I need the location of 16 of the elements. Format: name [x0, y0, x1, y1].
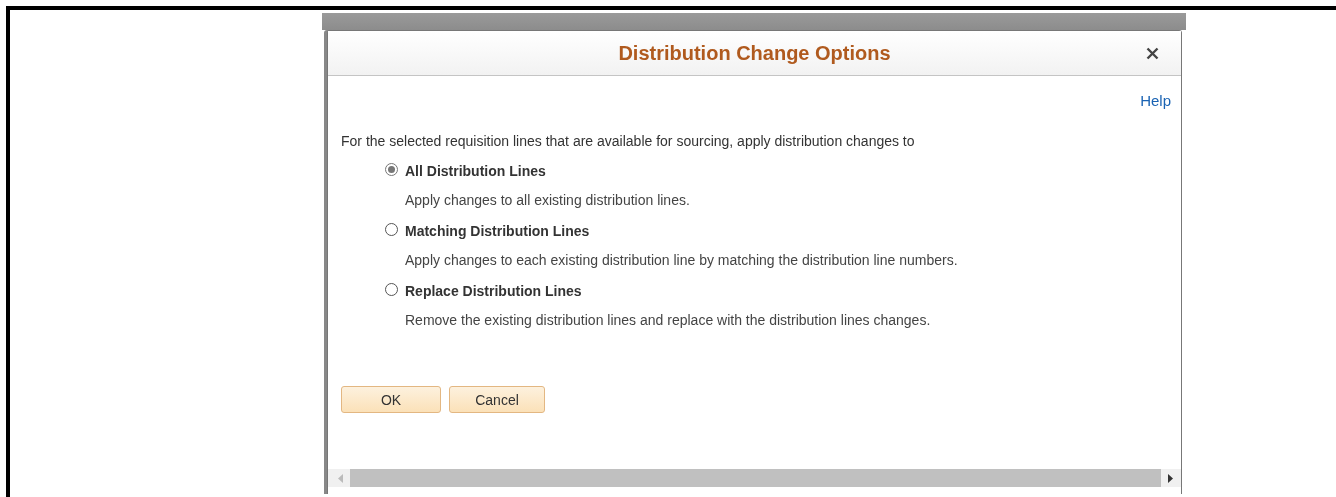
help-link[interactable]: Help — [1140, 92, 1171, 109]
instruction-text: For the selected requisition lines that are available for sourcing, apply distribution changes to — [341, 133, 916, 149]
radio-button[interactable] — [385, 222, 398, 236]
ok-button[interactable]: OK — [341, 386, 441, 413]
option-description: Apply changes to all existing distribution lines. — [405, 192, 691, 208]
close-icon[interactable] — [1146, 47, 1159, 60]
option-description: Apply changes to each existing distribution line by matching the distribution line numbers. — [405, 252, 959, 268]
option-label[interactable]: Replace Distribution Lines — [405, 283, 582, 299]
dialog-title: Distribution Change Options — [618, 41, 891, 65]
cancel-button[interactable]: Cancel — [449, 386, 545, 413]
option-description: Remove the existing distribution lines and replace with the distribution lines changes. — [405, 312, 932, 328]
radio-button[interactable] — [385, 282, 398, 296]
option-label[interactable]: All Distribution Lines — [405, 163, 546, 179]
option-label[interactable]: Matching Distribution Lines — [405, 223, 590, 239]
radio-button[interactable] — [385, 162, 398, 176]
scroll-right-icon[interactable] — [1167, 473, 1173, 483]
